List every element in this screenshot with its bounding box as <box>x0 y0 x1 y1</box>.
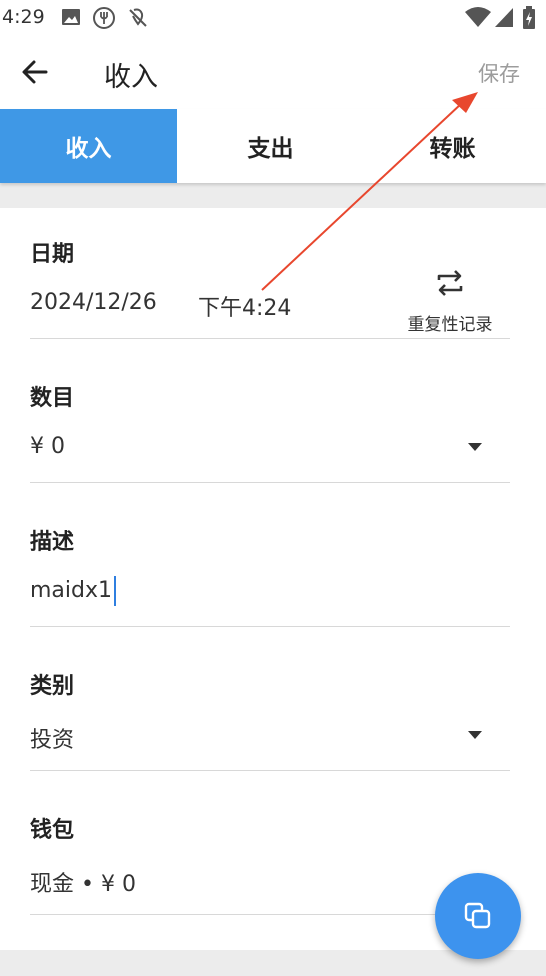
category-label: 类别 <box>30 674 75 699</box>
status-bar: 4:29 <box>0 0 546 36</box>
battery-charging-icon <box>523 6 535 29</box>
description-label: 描述 <box>30 530 75 555</box>
tab-label: 支出 <box>247 136 294 162</box>
divider <box>30 770 510 771</box>
status-time: 4:29 <box>2 6 45 28</box>
dropdown-arrow-icon[interactable] <box>468 443 482 451</box>
date-value[interactable]: 2024/12/26 <box>30 290 157 315</box>
wallet-value[interactable]: 现金 • ¥ 0 <box>30 866 136 898</box>
tab-transfer[interactable]: 转账 <box>364 109 541 183</box>
back-arrow-icon[interactable] <box>18 54 54 90</box>
no-location-icon <box>129 8 147 27</box>
amount-field[interactable]: 数目 ¥ 0 <box>30 352 510 483</box>
copy-icon <box>464 902 491 929</box>
tab-label: 收入 <box>65 136 112 162</box>
description-field[interactable]: 描述 maidx1 <box>30 496 510 627</box>
tab-expense[interactable]: 支出 <box>182 109 359 183</box>
time-value[interactable]: 下午4:24 <box>198 290 291 322</box>
transaction-form: 日期 2024/12/26 下午4:24 重复性记录 数目 ¥ 0 描述 mai… <box>0 208 546 950</box>
save-button[interactable]: 保存 <box>478 58 520 88</box>
divider <box>30 338 510 339</box>
date-field: 日期 2024/12/26 下午4:24 重复性记录 <box>30 208 510 339</box>
repeat-record-label: 重复性记录 <box>407 315 493 335</box>
transaction-type-tabs: 收入 支出 转账 <box>0 109 546 183</box>
tab-label: 转账 <box>429 136 476 162</box>
wallet-field[interactable]: 钱包 现金 • ¥ 0 <box>30 784 510 915</box>
wifi-icon <box>465 7 491 27</box>
app-bar: 收入 保存 <box>0 36 546 109</box>
description-text: maidx1 <box>30 578 113 603</box>
date-label: 日期 <box>30 242 75 267</box>
category-field[interactable]: 类别 投资 <box>30 640 510 771</box>
signal-icon <box>495 8 513 27</box>
category-value[interactable]: 投资 <box>30 722 74 754</box>
description-input[interactable]: maidx1 <box>30 576 117 606</box>
copy-fab-button[interactable] <box>435 873 521 959</box>
amount-label: 数目 <box>30 386 75 411</box>
tab-income[interactable]: 收入 <box>0 109 177 183</box>
dropdown-arrow-icon[interactable] <box>468 731 482 739</box>
divider <box>30 626 510 627</box>
text-cursor <box>114 576 117 606</box>
divider <box>30 482 510 483</box>
page-title: 收入 <box>104 62 158 93</box>
amount-value[interactable]: ¥ 0 <box>30 434 65 459</box>
wallet-label: 钱包 <box>30 818 75 843</box>
restaurant-icon <box>93 7 115 29</box>
image-icon <box>62 9 80 25</box>
repeat-icon <box>437 270 463 296</box>
